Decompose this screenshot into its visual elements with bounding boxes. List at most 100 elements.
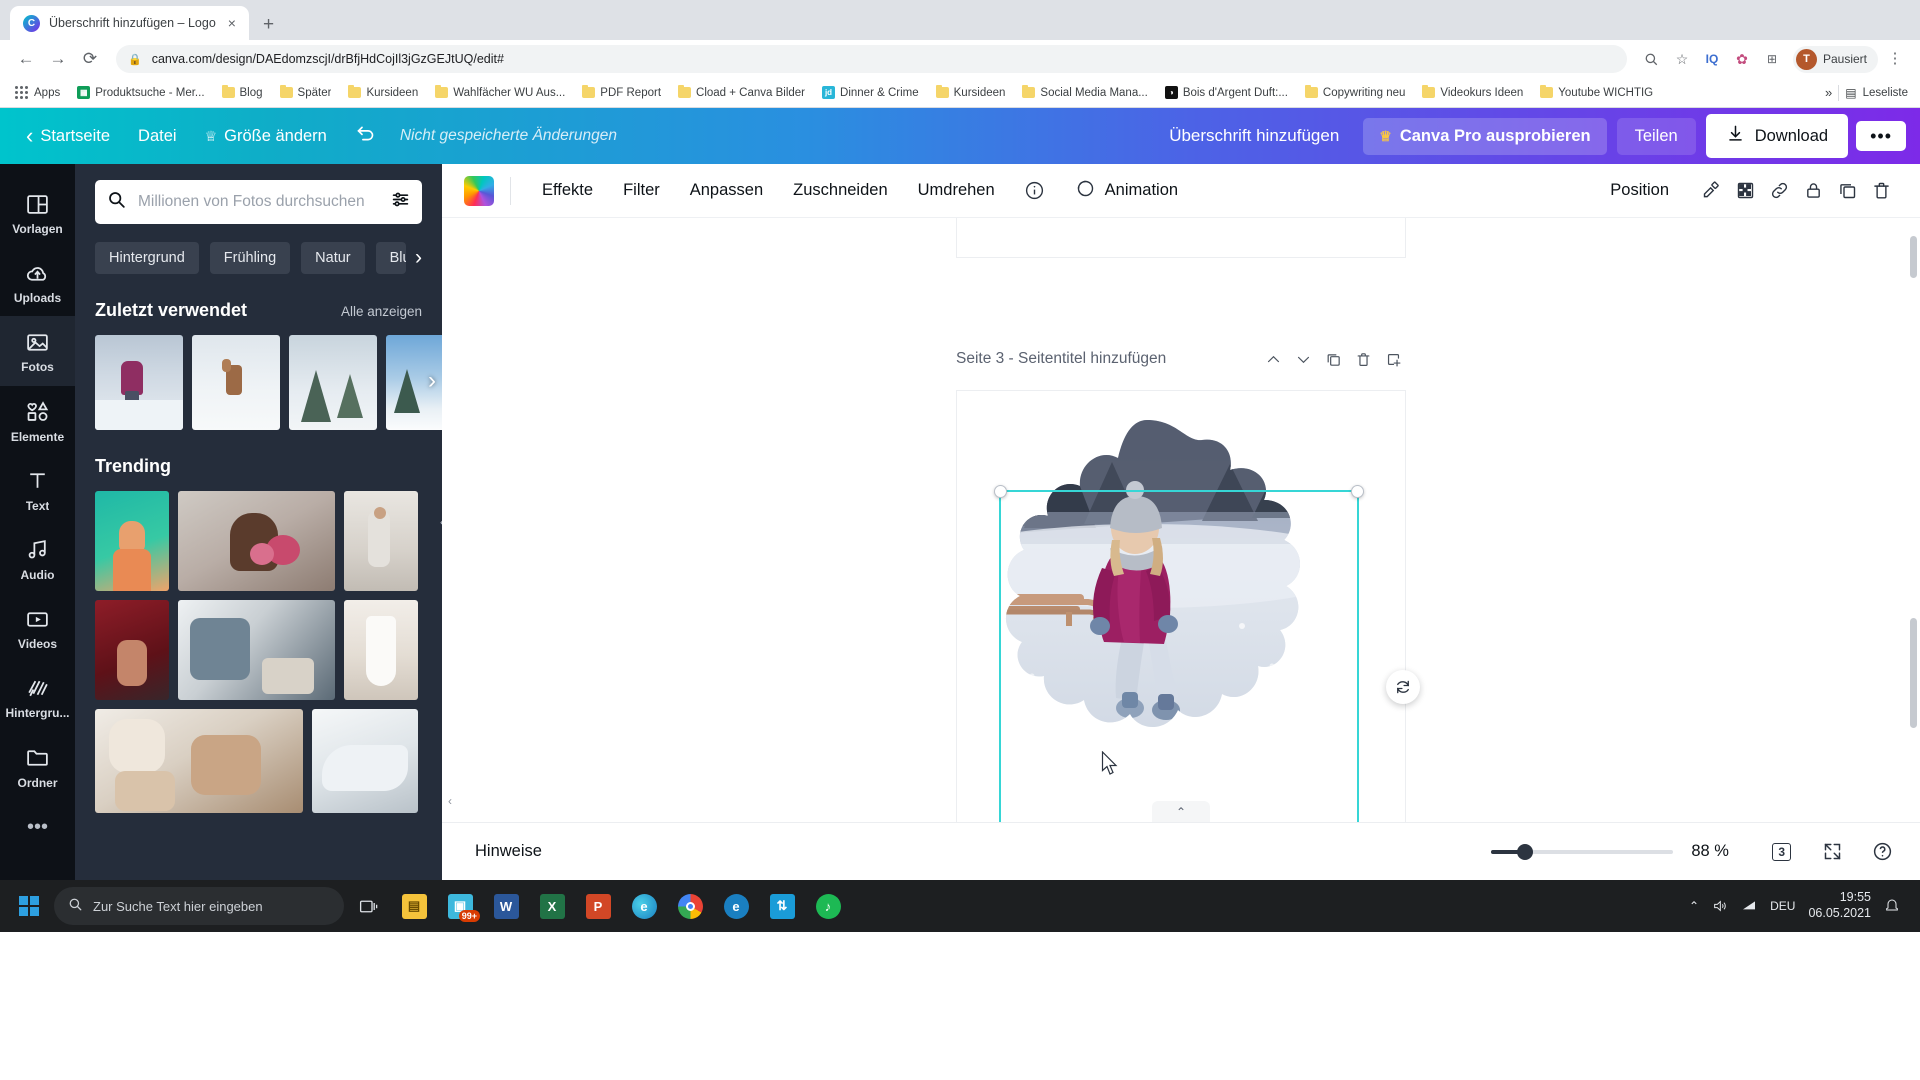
reload-icon[interactable]: ⟳ [76,45,104,73]
bookmark-item[interactable]: Wahlfächer WU Aus... [428,84,572,102]
reading-list-label[interactable]: Leseliste [1863,87,1908,99]
fullscreen-icon[interactable] [1816,836,1848,868]
copy-style-icon[interactable] [1694,174,1728,208]
bookmark-star-icon[interactable]: ☆ [1669,46,1695,72]
profile-chip[interactable]: T Pausiert [1792,45,1878,73]
search-input[interactable] [138,193,379,211]
volume-icon[interactable] [1712,898,1728,914]
tag-chip[interactable]: Frühling [209,242,291,274]
zoom-slider[interactable] [1491,843,1674,860]
undo-button[interactable] [341,115,390,157]
back-to-home-button[interactable]: ‹ Startseite [12,115,124,157]
info-icon[interactable] [1018,174,1052,208]
address-bar[interactable]: 🔒 canva.com/design/DAEdomzscjI/drBfjHdCo… [116,45,1627,73]
bookmark-item[interactable]: Kursideen [341,84,425,102]
trending-photo[interactable] [95,491,169,591]
filter-sliders-icon[interactable] [391,190,410,214]
store-button[interactable]: ▣ 99+ [438,883,482,929]
recent-photo-thumb[interactable] [95,335,183,430]
lock-icon[interactable] [1796,174,1830,208]
trending-photo[interactable] [312,709,418,813]
word-button[interactable]: W [484,883,528,929]
network-icon[interactable] [1741,898,1757,914]
more-options-button[interactable]: ••• [1856,120,1906,152]
sidebar-item-hintergrund[interactable]: Hintergru... [0,662,75,731]
tab-umdrehen[interactable]: Umdrehen [903,173,1010,208]
trash-icon[interactable] [1864,174,1898,208]
close-icon[interactable]: × [225,14,239,32]
tab-zuschneiden[interactable]: Zuschneiden [778,173,902,208]
sidebar-item-videos[interactable]: Videos [0,593,75,662]
panel-collapse-button[interactable]: ‹ [433,499,442,545]
resize-button[interactable]: ♕ Größe ändern [191,119,341,154]
recent-photo-thumb[interactable] [192,335,280,430]
sidebar-item-elemente[interactable]: Elemente [0,386,75,455]
new-tab-button[interactable]: + [263,15,274,34]
bookmark-item[interactable]: PDF Report [575,84,668,102]
canva-pro-button[interactable]: ♕ Canva Pro ausprobieren [1363,117,1607,155]
bookmark-item[interactable]: Social Media Mana... [1015,84,1154,102]
language-indicator[interactable]: DEU [1770,899,1795,913]
duplicate-page-icon[interactable] [1320,346,1346,372]
bookmark-item[interactable]: Cload + Canva Bilder [671,84,812,102]
sidebar-item-ordner[interactable]: Ordner [0,732,75,801]
bookmark-item[interactable]: Youtube WICHTIG [1533,84,1660,102]
file-menu-button[interactable]: Datei [124,119,191,154]
task-view-button[interactable] [346,883,390,929]
canvas-area[interactable]: Seite 3 - Seitentitel hinzufügen ⌃ ‹ [442,218,1920,822]
trending-photo[interactable] [344,491,418,591]
page2-fragment[interactable] [956,218,1406,258]
sync-button[interactable]: ⇅ [760,883,804,929]
selection-frame[interactable] [994,485,1364,822]
add-page-icon[interactable] [1380,346,1406,372]
tray-expand-icon[interactable]: ⌃ [1689,899,1699,913]
tab-effekte[interactable]: Effekte [527,173,608,208]
rainbow-color-icon[interactable] [464,175,494,206]
tag-chip[interactable]: Blumen [375,242,406,274]
chrome-button[interactable] [668,883,712,929]
back-icon[interactable]: ← [12,45,40,73]
duplicate-icon[interactable] [1830,174,1864,208]
position-button[interactable]: Position [1595,173,1684,208]
bookmark-item[interactable]: ◑ Bois d'Argent Duft:... [1158,83,1295,102]
iq-extension-icon[interactable]: IQ [1699,46,1725,72]
bookmark-item[interactable]: Copywriting neu [1298,84,1412,102]
excel-button[interactable]: X [530,883,574,929]
bookmarks-overflow-icon[interactable]: » [1825,85,1832,100]
start-button[interactable] [6,883,52,929]
scroll-up-chip[interactable]: ⌃ [1152,801,1210,822]
trending-photo[interactable] [344,600,418,700]
edge-legacy-button[interactable]: e [714,883,758,929]
recent-photo-thumb[interactable] [289,335,377,430]
page-count-button[interactable]: 3 [1765,838,1798,866]
panel-edge-chevron-icon[interactable]: ‹ [448,794,452,808]
chrome-menu-icon[interactable]: ⋮ [1882,46,1908,72]
powerpoint-button[interactable]: P [576,883,620,929]
transparency-icon[interactable] [1728,174,1762,208]
resize-handle-top-left[interactable] [994,485,1007,498]
bookmark-item[interactable]: Später [273,84,339,102]
zoom-icon[interactable] [1639,46,1665,72]
tab-anpassen[interactable]: Anpassen [675,173,778,208]
vertical-scrollbar[interactable] [1910,236,1917,278]
tag-chip[interactable]: Hintergrund [95,242,199,274]
notification-icon[interactable] [1884,898,1900,914]
sidebar-item-vorlagen[interactable]: Vorlagen [0,178,75,247]
browser-tab[interactable]: C Überschrift hinzufügen – Logo × [10,6,249,40]
page-title[interactable]: Seite 3 - Seitentitel hinzufügen [956,350,1166,368]
sidebar-item-more[interactable]: ••• [0,801,75,851]
search-box[interactable] [95,180,422,224]
share-button[interactable]: Teilen [1616,117,1696,155]
extension-puzzle-icon[interactable]: ✿ [1729,46,1755,72]
zoom-slider-knob[interactable] [1517,843,1534,860]
sidebar-item-uploads[interactable]: Uploads [0,247,75,316]
sidebar-item-fotos[interactable]: Fotos [0,316,75,386]
sidebar-item-text[interactable]: Text [0,455,75,524]
design-title[interactable]: Überschrift hinzufügen [1155,117,1353,155]
bookmark-item[interactable]: ▦ Produktsuche - Mer... [70,83,211,102]
taskbar-search[interactable]: Zur Suche Text hier eingeben [54,887,344,925]
vertical-scrollbar-thumb[interactable] [1910,618,1917,728]
trending-photo[interactable] [95,709,303,813]
tag-chip[interactable]: Natur [301,242,365,274]
file-explorer-button[interactable]: ▤ [392,883,436,929]
